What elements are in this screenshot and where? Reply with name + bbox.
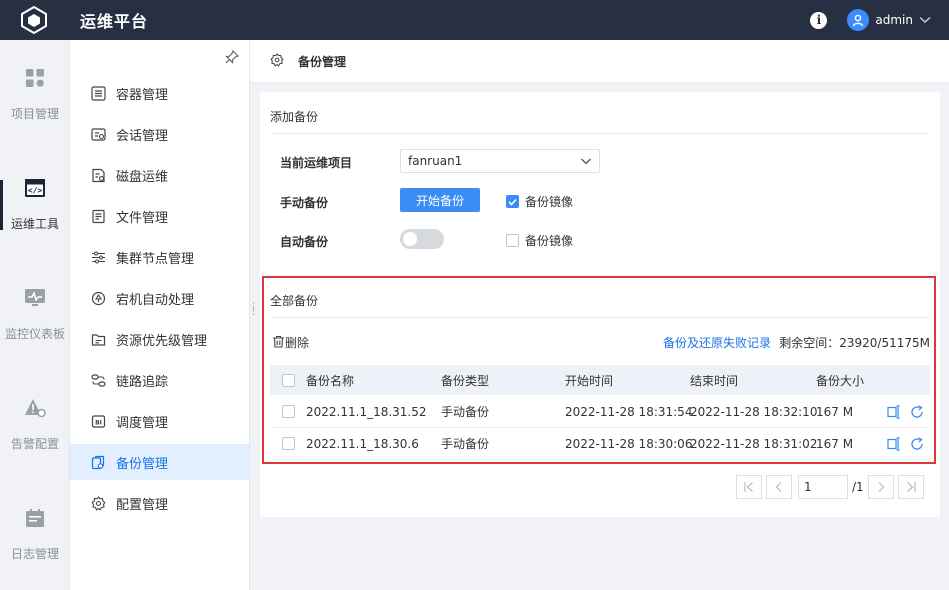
app-title: 运维平台	[80, 12, 149, 31]
avatar[interactable]	[847, 9, 870, 31]
prev-page-button[interactable]	[766, 475, 792, 499]
disk-icon	[90, 167, 106, 183]
rail-item-alert[interactable]: 告警配置	[0, 370, 70, 480]
rail-item-monitor[interactable]: 监控仪表板	[0, 260, 70, 370]
trace-link-icon	[90, 372, 106, 388]
add-backup-section-title: 添加备份	[270, 110, 319, 124]
project-label: 当前运维项目	[280, 156, 353, 170]
schedule-bi-icon: BI	[90, 413, 106, 429]
content-header: 备份管理	[250, 40, 949, 83]
resource-priority-icon	[90, 331, 106, 347]
page-number-input[interactable]	[798, 475, 848, 499]
rail-item-project[interactable]: 项目管理	[0, 40, 70, 150]
sidebar-item-backup[interactable]: 备份管理	[70, 444, 249, 480]
rail-item-ops-tools[interactable]: </> 运维工具	[0, 150, 70, 260]
sidebar-item-trace[interactable]: 链路追踪	[70, 362, 249, 398]
first-page-button[interactable]	[736, 475, 762, 499]
start-backup-button[interactable]: 开始备份	[400, 188, 480, 212]
chevron-down-icon	[580, 155, 592, 170]
sidebar: 容器管理 会话管理 磁盘运维 文件管理 集群节点管理 宕机自动处理 资源优先级管…	[70, 40, 250, 590]
manual-mirror-checkbox[interactable]: 备份镜像	[506, 193, 573, 210]
page-total: /1	[852, 480, 864, 494]
pagination: /1	[736, 475, 928, 499]
username[interactable]: admin	[875, 13, 913, 27]
sidebar-item-config[interactable]: 配置管理	[70, 485, 249, 521]
project-select-value: fanruan1	[408, 154, 463, 168]
app-logo-icon[interactable]	[0, 0, 68, 40]
file-icon	[90, 208, 106, 224]
last-page-button[interactable]	[897, 475, 924, 499]
svg-text:BI: BI	[95, 419, 102, 426]
config-gear-icon	[90, 495, 106, 511]
gear-icon	[270, 52, 284, 70]
module-rail: 项目管理 </> 运维工具 监控仪表板 告警配置 日志管理	[0, 40, 70, 590]
manual-backup-label: 手动备份	[280, 196, 329, 210]
sidebar-item-label: 调度管理	[116, 415, 169, 431]
auto-mirror-checkbox[interactable]: 备份镜像	[506, 232, 573, 249]
manual-mirror-label: 备份镜像	[525, 195, 574, 209]
calendar-log-icon	[25, 508, 45, 531]
sidebar-item-file[interactable]: 文件管理	[70, 198, 249, 234]
backup-icon	[90, 454, 106, 470]
sidebar-item-schedule[interactable]: BI 调度管理	[70, 403, 249, 439]
sidebar-item-label: 文件管理	[116, 210, 169, 226]
rail-label: 监控仪表板	[4, 327, 65, 341]
sidebar-item-label: 集群节点管理	[116, 251, 195, 267]
pin-icon[interactable]	[225, 49, 240, 67]
top-right-tools: i admin	[810, 0, 931, 40]
rail-label: 告警配置	[10, 437, 59, 451]
code-window-icon: </>	[24, 178, 46, 201]
highlight-frame	[262, 276, 936, 464]
container-icon	[90, 85, 106, 101]
sidebar-item-session[interactable]: 会话管理	[70, 116, 249, 152]
sidebar-item-label: 磁盘运维	[116, 169, 169, 185]
sidebar-item-label: 会话管理	[116, 128, 169, 144]
resize-handle[interactable]: ⋮ ⋮	[249, 303, 258, 323]
auto-mirror-label: 备份镜像	[525, 234, 574, 248]
grid-icon	[25, 68, 45, 91]
project-select[interactable]: fanruan1	[400, 149, 600, 173]
rail-label: 项目管理	[10, 107, 59, 121]
sidebar-item-label: 链路追踪	[116, 374, 169, 390]
sidebar-item-label: 备份管理	[116, 456, 169, 472]
sidebar-item-disk[interactable]: 磁盘运维	[70, 157, 249, 193]
sidebar-item-label: 容器管理	[116, 87, 169, 103]
next-page-button[interactable]	[867, 475, 894, 499]
sidebar-item-container[interactable]: 容器管理	[70, 75, 249, 111]
sidebar-item-auto-recover[interactable]: 宕机自动处理	[70, 280, 249, 316]
monitor-pulse-icon	[24, 288, 46, 311]
sidebar-item-resource-priority[interactable]: 资源优先级管理	[70, 321, 249, 357]
svg-text:</>: </>	[28, 186, 43, 195]
auto-recover-icon	[90, 290, 106, 306]
sidebar-item-cluster[interactable]: 集群节点管理	[70, 239, 249, 275]
rail-item-log[interactable]: 日志管理	[0, 480, 70, 590]
cluster-sliders-icon	[90, 249, 106, 265]
top-bar: 运维平台 i admin	[0, 0, 949, 40]
auto-backup-label: 自动备份	[280, 235, 329, 249]
page-title: 备份管理	[298, 54, 347, 69]
auto-backup-toggle[interactable]	[400, 229, 444, 249]
checkbox-checked-icon[interactable]	[506, 195, 519, 208]
info-icon[interactable]: i	[810, 11, 828, 29]
checkbox-icon[interactable]	[506, 234, 519, 247]
divider	[270, 133, 930, 134]
sidebar-item-label: 资源优先级管理	[116, 333, 208, 349]
rail-label: 运维工具	[10, 217, 59, 231]
rail-label: 日志管理	[10, 547, 59, 561]
sidebar-item-label: 配置管理	[116, 497, 169, 513]
sidebar-item-label: 宕机自动处理	[116, 292, 195, 308]
chevron-down-icon[interactable]	[919, 13, 931, 27]
session-icon	[90, 126, 106, 142]
alert-gear-icon	[24, 398, 46, 421]
